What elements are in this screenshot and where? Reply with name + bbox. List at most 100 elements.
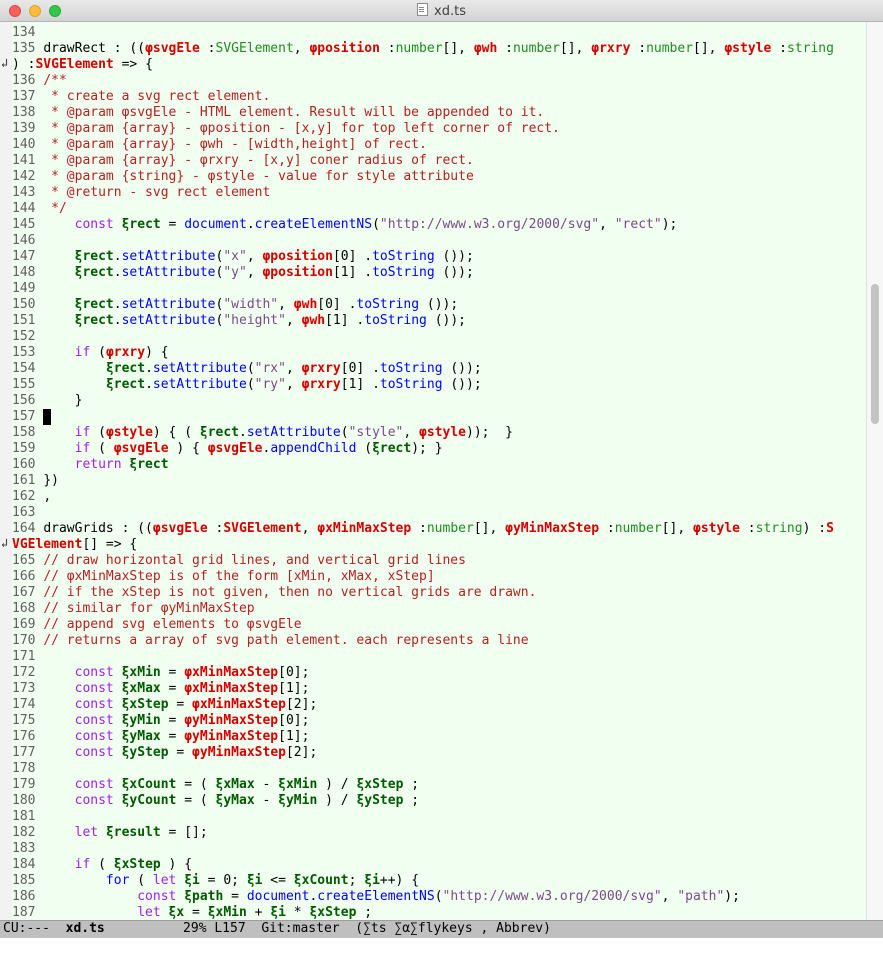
code-line[interactable]: 141 * @param {array} - φrxry - [x,y] con… <box>12 153 866 169</box>
parameter-identifier: φyMinMaxStep <box>505 521 600 536</box>
vertical-scrollbar[interactable] <box>866 22 883 920</box>
code-line[interactable]: 144 */ <box>12 201 866 217</box>
parameter-identifier: φxMinMaxStep <box>184 665 279 680</box>
code-line[interactable]: 138 * @param φsvgEle - HTML element. Res… <box>12 105 866 121</box>
local-identifier: ξi <box>246 873 263 888</box>
code-line[interactable]: 147 ξrect.setAttribute("x", φposition[0]… <box>12 249 866 265</box>
code-text[interactable]: 134 135 drawRect : ((φsvgEle :SVGElement… <box>12 22 866 920</box>
code-line[interactable]: 164 drawGrids : ((φsvgEle :SVGElement, φ… <box>12 521 866 537</box>
code-line[interactable]: 165 // draw horizontal grid lines, and v… <box>12 553 866 569</box>
code-line[interactable]: 182 let ξresult = []; <box>12 825 866 841</box>
code-line[interactable]: 160 return ξrect <box>12 457 866 473</box>
comment-text: * @param φsvgEle - HTML element. Result … <box>43 105 545 120</box>
comment-text: // if the xStep is not given, then no ve… <box>43 585 537 600</box>
modeline-state: CU:--- <box>3 921 50 936</box>
code-line[interactable]: 143 * @return - svg rect element <box>12 185 866 201</box>
line-number: 155 <box>12 377 44 392</box>
string-literal: "style" <box>348 425 404 440</box>
code-line[interactable]: VGElement[] => { <box>12 537 866 553</box>
function-name: appendChild <box>270 441 357 456</box>
local-identifier: ξpath <box>184 889 224 904</box>
code-editor[interactable]: 134 135 drawRect : ((φsvgEle :SVGElement… <box>12 22 866 920</box>
code-line[interactable]: 158 if (φstyle) { ( ξrect.setAttribute("… <box>12 425 866 441</box>
code-line[interactable]: 151 ξrect.setAttribute("height", φwh[1] … <box>12 313 866 329</box>
code-line[interactable]: 150 ξrect.setAttribute("width", φwh[0] .… <box>12 297 866 313</box>
minibuffer[interactable] <box>0 938 883 954</box>
code-line[interactable]: 155 ξrect.setAttribute("ry", φrxry[1] .t… <box>12 377 866 393</box>
code-line[interactable]: 174 const ξxStep = φxMinMaxStep[2]; <box>12 697 866 713</box>
code-line[interactable]: 159 if ( φsvgEle ) { φsvgEle.appendChild… <box>12 441 866 457</box>
code-line[interactable]: 183 <box>12 841 866 857</box>
code-line[interactable]: 136 /** <box>12 73 866 89</box>
code-line[interactable]: 179 const ξxCount = ( ξxMax - ξxMin ) / … <box>12 777 866 793</box>
code-line[interactable]: 169 // append svg elements to φsvgEle <box>12 617 866 633</box>
code-token: - <box>254 777 279 792</box>
code-line[interactable]: 145 const ξrect = document.createElement… <box>12 217 866 233</box>
code-token: ++) { <box>379 873 420 888</box>
comment-text: * @param {array} - φposition - [x,y] for… <box>43 121 560 136</box>
code-line[interactable]: 154 ξrect.setAttribute("rx", φrxry[0] .t… <box>12 361 866 377</box>
keyword: const <box>43 745 122 760</box>
code-line[interactable]: 140 * @param {array} - φwh - [width,heig… <box>12 137 866 153</box>
parameter-identifier: φyMinMaxStep <box>192 745 286 760</box>
code-line[interactable]: 178 <box>12 761 866 777</box>
code-line[interactable]: 186 const ξpath = document.createElement… <box>12 889 866 905</box>
code-line[interactable]: 134 <box>12 25 866 41</box>
code-token: : <box>207 521 224 536</box>
code-token: , <box>301 521 318 536</box>
code-token: ( <box>98 425 106 440</box>
code-line[interactable]: 187 let ξx = ξxMin + ξi * ξxStep ; <box>12 905 866 920</box>
code-line[interactable]: 173 const ξxMax = φxMinMaxStep[1]; <box>12 681 866 697</box>
parameter-identifier: φrxry <box>105 345 146 360</box>
code-line[interactable]: 137 * create a svg rect element. <box>12 89 866 105</box>
parameter-identifier: φrxry <box>301 377 341 392</box>
code-line[interactable]: 149 <box>12 281 866 297</box>
code-line[interactable]: 166 // φxMinMaxStep is of the form [xMin… <box>12 569 866 585</box>
code-line[interactable]: 135 drawRect : ((φsvgEle :SVGElement, φp… <box>12 41 866 57</box>
code-line[interactable]: 181 <box>12 809 866 825</box>
scrollbar-thumb[interactable] <box>871 284 879 424</box>
code-line[interactable]: 139 * @param {array} - φposition - [x,y]… <box>12 121 866 137</box>
code-line[interactable]: 148 ξrect.setAttribute("y", φposition[1]… <box>12 265 866 281</box>
code-token: ()); <box>442 361 482 376</box>
line-number: 175 <box>12 713 44 728</box>
code-line[interactable]: 167 // if the xStep is not given, then n… <box>12 585 866 601</box>
code-line[interactable]: 163 <box>12 505 866 521</box>
code-line[interactable]: 175 const ξyMin = φyMinMaxStep[0]; <box>12 713 866 729</box>
modeline-modes: (∑ts ∑α∑flykeys , Abbrev) <box>355 921 551 936</box>
code-token: ( <box>246 361 255 376</box>
code-line[interactable]: 156 } <box>12 393 866 409</box>
code-line[interactable]: 142 * @param {string} - φstyle - value f… <box>12 169 866 185</box>
code-line[interactable]: 146 <box>12 233 866 249</box>
line-number: 174 <box>12 697 44 712</box>
function-name: setAttribute <box>152 377 247 392</box>
code-line[interactable]: 162 , <box>12 489 866 505</box>
code-token: [], <box>473 521 506 536</box>
code-line[interactable]: 170 // returns a array of svg path eleme… <box>12 633 866 649</box>
code-line[interactable]: 184 if ( ξxStep ) { <box>12 857 866 873</box>
string-literal: "rx" <box>254 361 286 376</box>
local-identifier: ξrect <box>74 249 114 264</box>
local-identifier: ξxMin <box>278 777 318 792</box>
code-line[interactable]: 185 for ( let ξi = 0; ξi <= ξxCount; ξi+… <box>12 873 866 889</box>
code-line[interactable]: 161 }) <box>12 473 866 489</box>
code-token: : <box>630 41 647 56</box>
code-line[interactable]: 168 // similar for φyMinMaxStep <box>12 601 866 617</box>
code-line[interactable]: 176 const ξyMax = φyMinMaxStep[1]; <box>12 729 866 745</box>
code-token: , <box>403 425 420 440</box>
code-line[interactable]: 171 <box>12 649 866 665</box>
code-line[interactable]: 172 const ξxMin = φxMinMaxStep[0]; <box>12 665 866 681</box>
code-token: * <box>285 905 310 920</box>
code-line[interactable]: 157 <box>12 409 866 425</box>
local-identifier: ξxCount <box>293 873 349 888</box>
code-token: : <box>199 41 216 56</box>
code-line[interactable]: 180 const ξyCount = ( ξyMax - ξyMin ) / … <box>12 793 866 809</box>
code-line[interactable]: 177 const ξyStep = φyMinMaxStep[2]; <box>12 745 866 761</box>
code-line[interactable]: ) :SVGElement => { <box>12 57 866 73</box>
parameter-identifier: φsvgEle <box>145 41 200 56</box>
code-line[interactable]: 152 <box>12 329 866 345</box>
string-literal: "x" <box>223 249 247 264</box>
code-line[interactable]: 153 if (φrxry) { <box>12 345 866 361</box>
